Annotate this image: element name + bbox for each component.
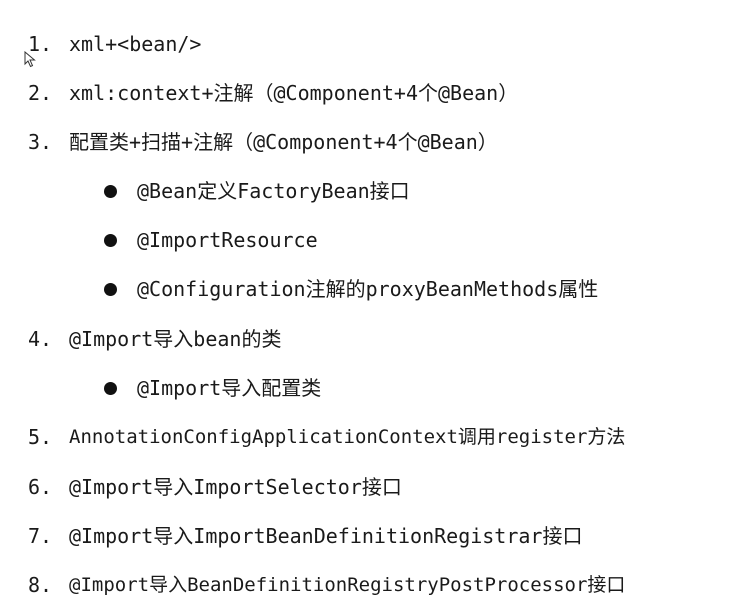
list-item-text: @Import导入bean的类 <box>69 327 282 351</box>
sub-bullet-text: @Bean定义FactoryBean接口 <box>137 179 410 203</box>
list-number: 1. <box>28 32 53 56</box>
list-item-text: @Import导入ImportBeanDefinitionRegistrar接口 <box>69 524 583 548</box>
list-number: 6. <box>28 475 53 499</box>
list-number: 5. <box>28 425 53 449</box>
bullet-icon <box>104 283 117 296</box>
sub-bullet-text: @ImportResource <box>137 228 318 252</box>
bullet-icon <box>104 382 117 395</box>
list-item-text: @Import导入BeanDefinitionRegistryPostProce… <box>69 574 626 596</box>
list-number: 2. <box>28 81 53 105</box>
list-item-text: xml:context+注解（@Component+4个@Bean） <box>69 81 519 105</box>
document-page: 1. xml+<bean/> 2. xml:context+注解（@Compon… <box>0 0 741 613</box>
list-number: 4. <box>28 327 53 351</box>
list-number: 8. <box>28 573 53 597</box>
sub-bullet-text: @Import导入配置类 <box>137 376 322 400</box>
list-item-text: AnnotationConfigApplicationContext调用regi… <box>69 426 626 448</box>
list-item-text: xml+<bean/> <box>69 32 202 56</box>
list-number: 7. <box>28 524 53 548</box>
sub-bullet-text: @Configuration注解的proxyBeanMethods属性 <box>137 277 599 301</box>
list-number: 3. <box>28 130 53 154</box>
bullet-icon <box>104 234 117 247</box>
bullet-icon <box>104 185 117 198</box>
list-item-text: 配置类+扫描+注解（@Component+4个@Bean） <box>69 130 498 154</box>
list-item-text: @Import导入ImportSelector接口 <box>69 475 402 499</box>
